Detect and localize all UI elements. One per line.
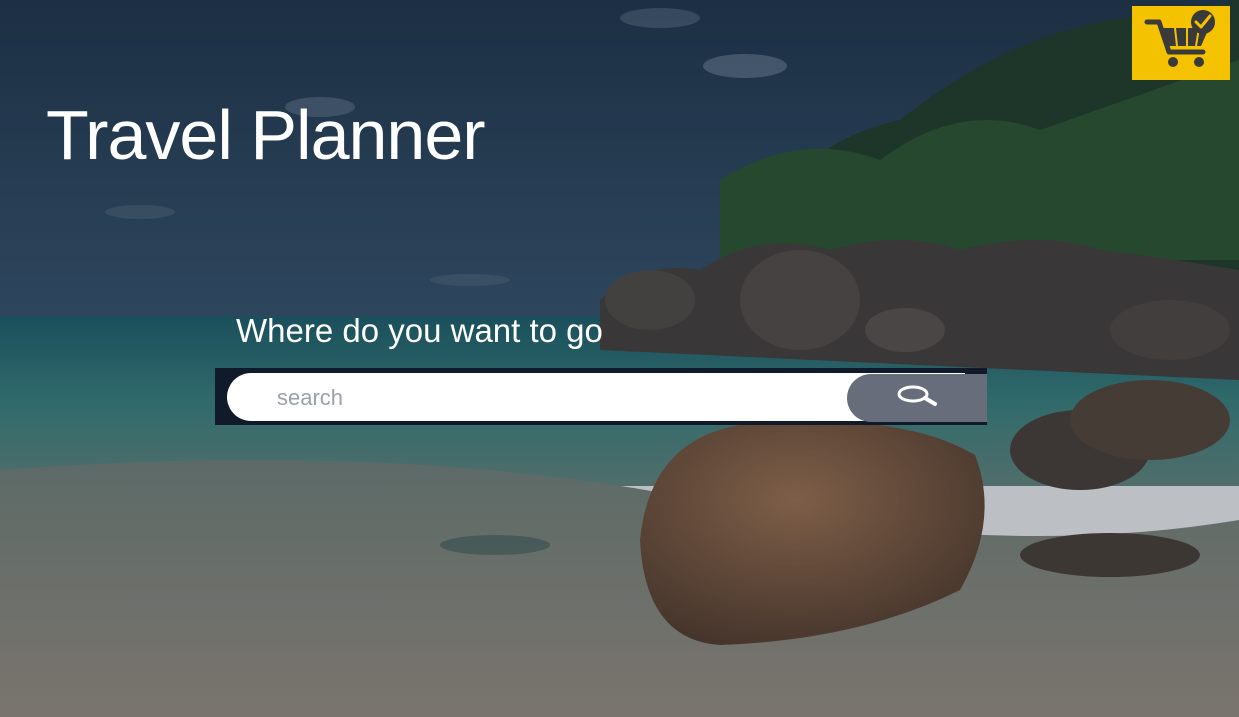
page-title: Travel Planner bbox=[46, 96, 486, 174]
shopping-cart-button[interactable] bbox=[1132, 6, 1230, 80]
shopping-cart-check-icon bbox=[1141, 8, 1221, 78]
magnifier-icon bbox=[889, 382, 945, 414]
search-prompt: Where do you want to go bbox=[236, 312, 603, 349]
search-button[interactable] bbox=[847, 374, 987, 422]
search-bar bbox=[215, 368, 987, 425]
search-input[interactable] bbox=[275, 381, 839, 415]
